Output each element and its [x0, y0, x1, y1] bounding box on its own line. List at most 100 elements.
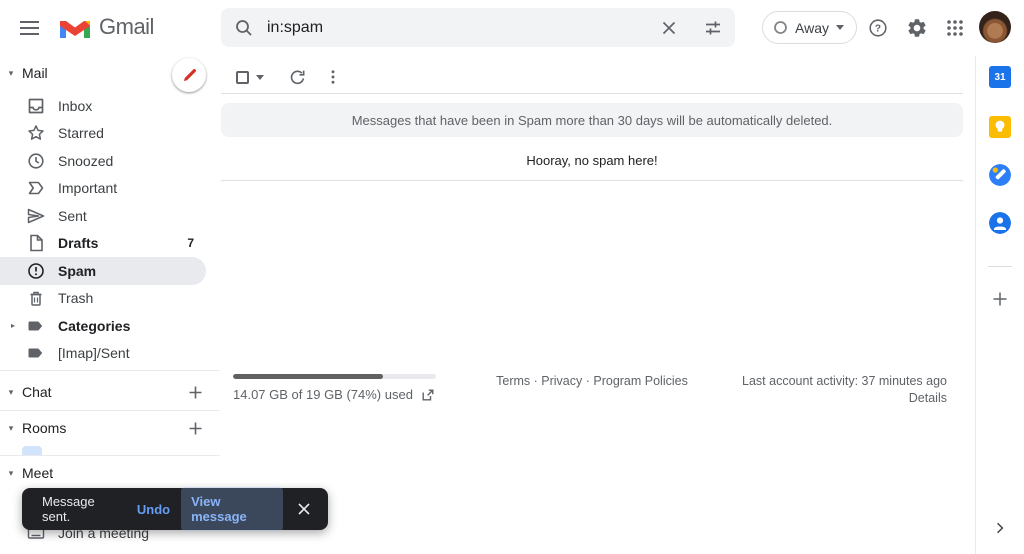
spam-icon — [26, 261, 46, 281]
close-icon[interactable] — [294, 498, 314, 520]
chat-section-label: Chat — [22, 384, 52, 400]
svg-text:?: ? — [875, 24, 881, 35]
add-addon-icon[interactable] — [991, 290, 1009, 308]
sidebar-item-label: Sent — [58, 208, 87, 224]
contacts-app-icon[interactable] — [989, 212, 1011, 234]
undo-button[interactable]: Undo — [137, 502, 170, 517]
divider — [975, 56, 976, 554]
tasks-app-icon[interactable] — [989, 164, 1011, 186]
profile-avatar[interactable] — [979, 11, 1011, 43]
sidebar-item-label: Drafts — [58, 235, 98, 251]
search-options-icon[interactable] — [691, 8, 735, 47]
status-selector[interactable]: Away — [762, 11, 857, 44]
gmail-logo-icon — [60, 16, 90, 40]
collapse-rooms-icon: ▾ — [0, 423, 22, 434]
mail-section-header[interactable]: ▾ Mail — [0, 59, 220, 87]
gmail-window: Gmail Away ? — [0, 0, 1024, 554]
mail-folder-list: Inbox Starred Snoozed Important Sent Dra… — [0, 92, 220, 367]
sidebar-item-snoozed[interactable]: Snoozed — [0, 147, 220, 175]
away-status-icon — [773, 20, 788, 35]
app-title: Gmail — [99, 14, 154, 40]
sidebar-item-trash[interactable]: Trash — [0, 285, 220, 313]
sidebar-item-label: Trash — [58, 290, 93, 306]
sidebar-item-label: Categories — [58, 318, 130, 334]
meet-section-label: Meet — [22, 465, 53, 481]
calendar-day-label: 31 — [994, 72, 1005, 83]
status-caret-icon — [836, 25, 844, 30]
compose-pencil-icon — [181, 67, 198, 84]
divider — [0, 410, 220, 411]
activity-details-link[interactable]: Details — [221, 391, 947, 405]
sidebar-item-starred[interactable]: Starred — [0, 120, 220, 148]
sidebar-item-drafts[interactable]: Drafts 7 — [0, 230, 220, 258]
select-all-checkbox[interactable] — [236, 71, 249, 84]
main-menu-icon[interactable] — [18, 16, 42, 40]
divider — [221, 93, 963, 94]
top-bar: Gmail Away ? — [0, 0, 1024, 56]
sidebar-item-spam[interactable]: Spam — [0, 257, 206, 285]
more-options-icon[interactable] — [316, 60, 350, 94]
sidebar-item-inbox[interactable]: Inbox — [0, 92, 220, 120]
meet-section-header[interactable]: ▾ Meet — [0, 459, 220, 487]
sidebar-item-label: Spam — [58, 263, 96, 279]
refresh-icon[interactable] — [280, 60, 314, 94]
chat-section-header[interactable]: ▾ Chat — [0, 378, 220, 406]
collapse-side-panel-icon[interactable] — [991, 519, 1009, 537]
spam-notice-banner: Messages that have been in Spam more tha… — [221, 103, 963, 137]
clock-icon — [26, 151, 46, 171]
new-chat-icon[interactable] — [186, 383, 204, 401]
search-icon[interactable] — [221, 8, 267, 47]
sidebar-item-label: Important — [58, 180, 117, 196]
label-icon — [26, 343, 46, 363]
important-marker-icon — [26, 178, 46, 198]
search-input[interactable] — [267, 19, 647, 37]
sidebar-item-label: Inbox — [58, 98, 92, 114]
help-icon[interactable]: ? — [865, 15, 891, 41]
collapse-meet-icon: ▾ — [0, 468, 22, 479]
sidebar-item-important[interactable]: Important — [0, 175, 220, 203]
sent-icon — [26, 206, 46, 226]
trash-icon — [26, 288, 46, 308]
sidebar-item-sent[interactable]: Sent — [0, 202, 220, 230]
drafts-count-badge: 7 — [187, 236, 194, 250]
calendar-app-icon[interactable]: 31 — [989, 66, 1011, 88]
divider — [988, 266, 1012, 267]
status-label: Away — [795, 20, 829, 36]
keep-app-icon[interactable] — [989, 116, 1011, 138]
rooms-section-label: Rooms — [22, 420, 66, 436]
rooms-section-header[interactable]: ▾ Rooms — [0, 414, 220, 442]
sidebar-item-label: [Imap]/Sent — [58, 345, 130, 361]
sidebar-item-label: Snoozed — [58, 153, 113, 169]
mail-list-area: Messages that have been in Spam more tha… — [221, 56, 963, 554]
sidebar-item-imap-sent[interactable]: [Imap]/Sent — [0, 340, 220, 368]
mail-section-label: Mail — [22, 65, 48, 81]
search-bar[interactable] — [221, 8, 735, 47]
room-avatar[interactable] — [22, 446, 42, 455]
collapse-chat-icon: ▾ — [0, 387, 22, 398]
drafts-file-icon — [26, 233, 46, 253]
spam-notice-text: Messages that have been in Spam more tha… — [352, 113, 833, 128]
left-sidebar: ▾ Mail Inbox Starred Snoozed Important — [0, 56, 220, 554]
snackbar-message: Message sent. — [42, 494, 120, 524]
clear-search-icon[interactable] — [647, 8, 691, 47]
view-message-button[interactable]: View message — [181, 487, 283, 531]
collapse-mail-icon: ▾ — [0, 68, 22, 79]
settings-gear-icon[interactable] — [904, 15, 930, 41]
expand-categories-icon[interactable]: ▸ — [11, 321, 15, 330]
compose-button[interactable] — [172, 58, 206, 92]
star-icon — [26, 123, 46, 143]
message-sent-snackbar: Message sent. Undo View message — [22, 488, 328, 530]
select-all-control[interactable] — [236, 71, 264, 84]
sidebar-item-categories[interactable]: ▸ Categories — [0, 312, 220, 340]
list-toolbar — [221, 60, 963, 94]
select-options-caret-icon[interactable] — [256, 75, 264, 80]
divider — [221, 180, 963, 181]
sidebar-item-label: Starred — [58, 125, 104, 141]
divider — [0, 455, 220, 456]
new-room-icon[interactable] — [186, 419, 204, 437]
inbox-icon — [26, 96, 46, 116]
last-activity-text: Last account activity: 37 minutes ago — [221, 374, 947, 388]
google-apps-icon[interactable] — [942, 15, 968, 41]
divider — [0, 370, 220, 371]
empty-folder-message: Hooray, no spam here! — [221, 153, 963, 168]
